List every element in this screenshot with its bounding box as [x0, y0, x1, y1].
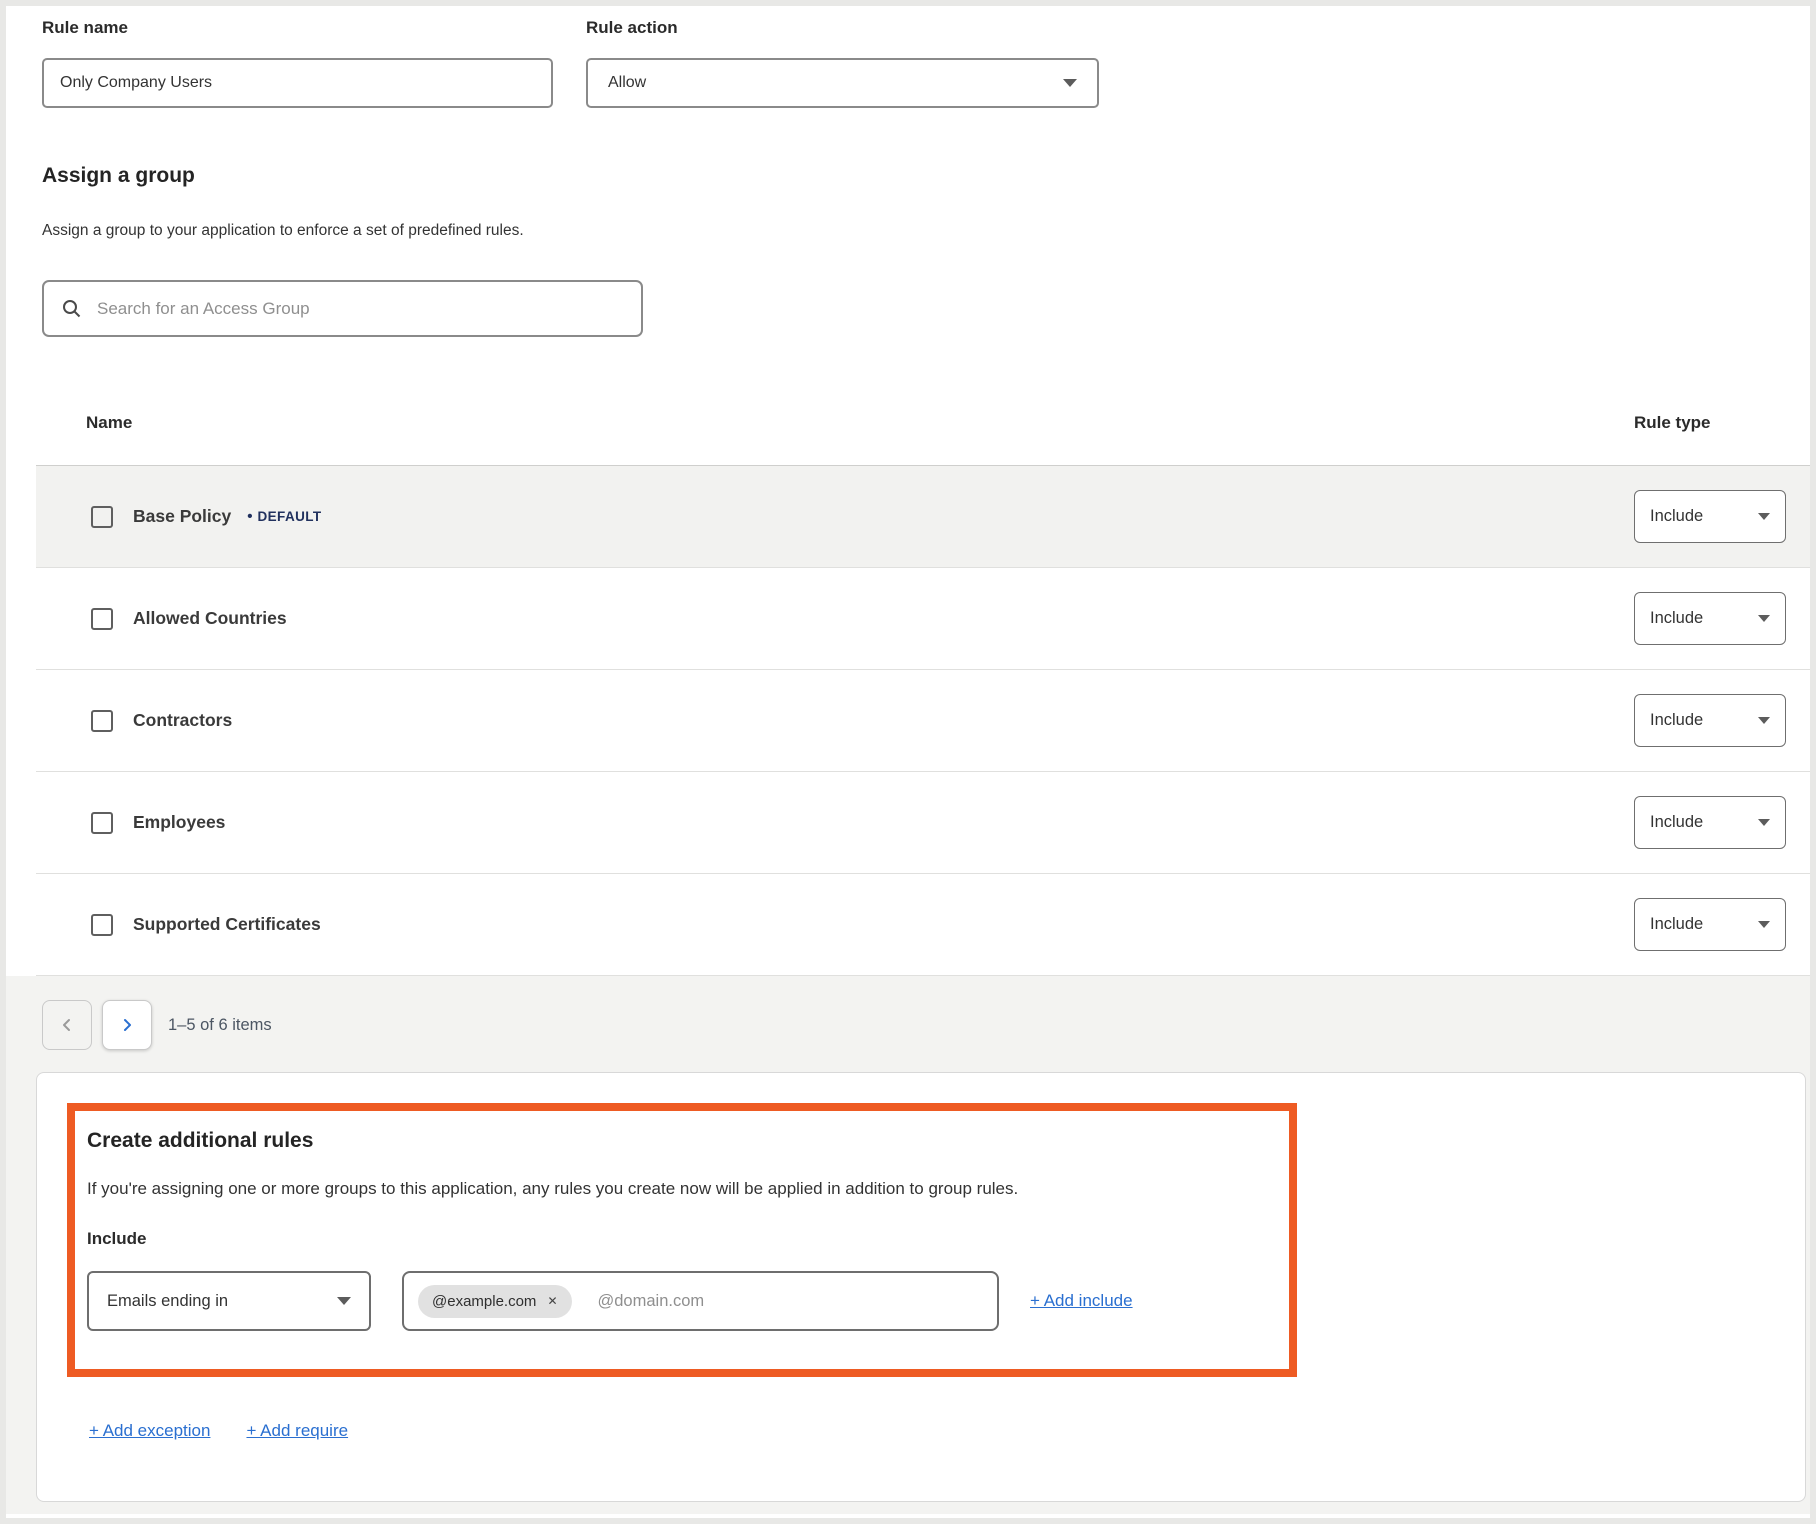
- rule-type-select[interactable]: Include: [1634, 898, 1786, 951]
- rule-type-value: Include: [1650, 915, 1703, 934]
- column-header-rule-type: Rule type: [1634, 413, 1810, 433]
- next-page-button[interactable]: [102, 1000, 152, 1050]
- group-name: Allowed Countries: [133, 608, 287, 629]
- row-checkbox[interactable]: [91, 812, 113, 834]
- rule-name-label: Rule name: [42, 18, 553, 38]
- email-chip: @example.com ✕: [418, 1285, 572, 1318]
- group-name: Contractors: [133, 710, 232, 731]
- email-domain-input[interactable]: @example.com ✕ @domain.com: [402, 1271, 999, 1331]
- rule-name-field: Rule name: [42, 18, 553, 108]
- rule-type-cell: Include: [1634, 694, 1810, 747]
- column-header-name: Name: [36, 413, 1634, 433]
- access-group-search[interactable]: [42, 280, 643, 337]
- rule-action-select[interactable]: Allow: [586, 58, 1099, 108]
- chevron-down-icon: [337, 1297, 351, 1305]
- rule-action-value: Allow: [608, 74, 646, 92]
- search-input[interactable]: [97, 299, 623, 319]
- row-name-cell: Allowed Countries: [36, 608, 1634, 630]
- row-name-cell: Employees: [36, 812, 1634, 834]
- add-exception-link[interactable]: + Add exception: [89, 1421, 210, 1441]
- rule-type-value: Include: [1650, 711, 1703, 730]
- row-checkbox[interactable]: [91, 710, 113, 732]
- create-rules-title: Create additional rules: [87, 1129, 1269, 1153]
- highlight-box: Create additional rules If you're assign…: [67, 1103, 1297, 1377]
- rule-type-value: Include: [1650, 507, 1703, 526]
- chevron-down-icon: [1758, 921, 1770, 928]
- page: Rule name Rule action Allow Assign a gro…: [0, 0, 1816, 1524]
- rule-type-select[interactable]: Include: [1634, 796, 1786, 849]
- assign-group-title: Assign a group: [42, 164, 1810, 188]
- rule-type-select[interactable]: Include: [1634, 592, 1786, 645]
- create-rules-card: Create additional rules If you're assign…: [36, 1072, 1806, 1502]
- group-name: Base Policy: [133, 506, 231, 527]
- rule-action-field: Rule action Allow: [586, 18, 1099, 108]
- rule-condition-select[interactable]: Emails ending in: [87, 1271, 371, 1331]
- group-name: Employees: [133, 812, 225, 833]
- chevron-down-icon: [1758, 819, 1770, 826]
- chip-remove-icon[interactable]: ✕: [547, 1294, 557, 1308]
- chevron-down-icon: [1063, 79, 1077, 87]
- table-row: Base Policy DEFAULT Include: [36, 466, 1810, 568]
- rule-type-cell: Include: [1634, 796, 1810, 849]
- rule-type-value: Include: [1650, 609, 1703, 628]
- add-include-link[interactable]: + Add include: [1030, 1291, 1133, 1311]
- pagination-label: 1–5 of 6 items: [168, 1016, 272, 1035]
- top-form: Rule name Rule action Allow: [6, 6, 1810, 108]
- chevron-down-icon: [1758, 615, 1770, 622]
- rule-name-input[interactable]: [42, 58, 553, 108]
- chevron-right-icon: [120, 1018, 134, 1032]
- bottom-zone: 1–5 of 6 items Create additional rules I…: [6, 976, 1810, 1514]
- rule-type-cell: Include: [1634, 490, 1810, 543]
- email-chip-value: @example.com: [432, 1293, 536, 1310]
- previous-page-button[interactable]: [42, 1000, 92, 1050]
- chevron-down-icon: [1758, 513, 1770, 520]
- row-checkbox[interactable]: [91, 608, 113, 630]
- table-row: Supported Certificates Include: [36, 874, 1810, 976]
- footer-links: + Add exception + Add require: [89, 1421, 1805, 1441]
- pagination: 1–5 of 6 items: [42, 1000, 1810, 1050]
- table-header: Name Rule type: [36, 381, 1810, 466]
- chevron-down-icon: [1758, 717, 1770, 724]
- group-name: Supported Certificates: [133, 914, 321, 935]
- search-icon: [62, 299, 81, 318]
- rule-type-select[interactable]: Include: [1634, 490, 1786, 543]
- rule-type-select[interactable]: Include: [1634, 694, 1786, 747]
- assign-group-description: Assign a group to your application to en…: [42, 222, 1810, 240]
- email-input-placeholder: @domain.com: [598, 1292, 705, 1311]
- table-row: Employees Include: [36, 772, 1810, 874]
- include-label: Include: [87, 1229, 1269, 1249]
- table-row: Allowed Countries Include: [36, 568, 1810, 670]
- row-name-cell: Supported Certificates: [36, 914, 1634, 936]
- access-groups-table: Name Rule type Base Policy DEFAULT Inclu…: [36, 381, 1810, 976]
- row-name-cell: Contractors: [36, 710, 1634, 732]
- rule-type-cell: Include: [1634, 898, 1810, 951]
- row-name-cell: Base Policy DEFAULT: [36, 506, 1634, 528]
- table-row: Contractors Include: [36, 670, 1810, 772]
- row-checkbox[interactable]: [91, 914, 113, 936]
- create-rules-description: If you're assigning one or more groups t…: [87, 1179, 1269, 1199]
- rule-condition-value: Emails ending in: [107, 1292, 228, 1311]
- default-badge: DEFAULT: [247, 508, 321, 525]
- rule-type-cell: Include: [1634, 592, 1810, 645]
- rule-action-label: Rule action: [586, 18, 1099, 38]
- row-checkbox[interactable]: [91, 506, 113, 528]
- include-rule-controls: Emails ending in @example.com ✕ @domain.…: [87, 1271, 1269, 1331]
- chevron-left-icon: [60, 1018, 74, 1032]
- add-require-link[interactable]: + Add require: [246, 1421, 348, 1441]
- rule-type-value: Include: [1650, 813, 1703, 832]
